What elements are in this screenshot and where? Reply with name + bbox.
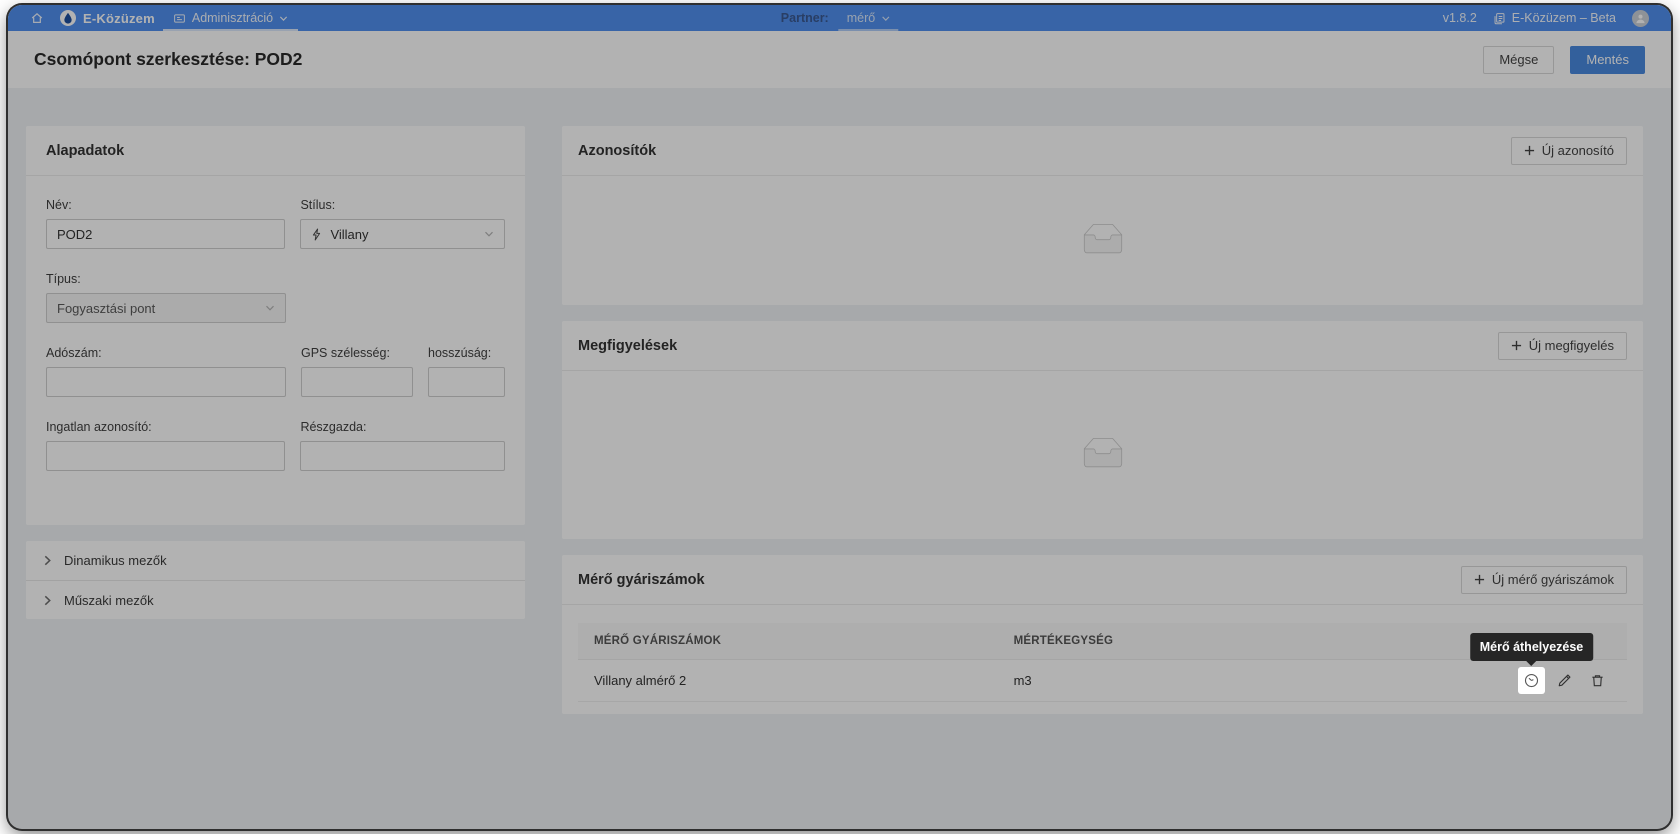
avatar [1632, 10, 1649, 27]
add-meter-serial-label: Új mérő gyáriszámok [1492, 572, 1614, 587]
lightning-icon [311, 228, 322, 241]
table-row: Villany almérő 2 m3 Mérő áthelyezése [578, 660, 1627, 702]
delete-button[interactable] [1584, 667, 1611, 694]
gps-longitude-input[interactable] [428, 367, 505, 397]
gps-latitude-input[interactable] [301, 367, 413, 397]
tooltip: Mérő áthelyezése [1470, 633, 1594, 661]
co-owner-label: Részgazda: [300, 420, 505, 434]
chevron-down-icon [484, 229, 494, 239]
page-title: Csomópont szerkesztése: POD2 [34, 49, 302, 70]
edit-pencil-icon [1557, 673, 1572, 688]
tax-number-input[interactable] [46, 367, 286, 397]
relocate-meter-button[interactable]: Mérő áthelyezése [1518, 667, 1545, 694]
partner-select[interactable]: mérő [839, 5, 898, 31]
collapse-technical-label: Műszaki mezők [64, 593, 154, 608]
chevron-down-icon [279, 14, 288, 23]
left-column: Alapadatok Név: Stílus: [26, 126, 525, 619]
chevron-right-icon [43, 555, 52, 566]
gps-longitude-label: hosszúság: [428, 346, 505, 360]
home-icon [30, 11, 44, 25]
name-input[interactable] [46, 219, 285, 249]
environment-badge[interactable]: E-Közüzem – Beta [1485, 5, 1624, 31]
plus-icon [1474, 574, 1485, 585]
chevron-down-icon [881, 14, 890, 23]
gps-latitude-label: GPS szélesség: [301, 346, 413, 360]
type-value: Fogyasztási pont [57, 301, 155, 316]
nav-item-adminisztracio[interactable]: Adminisztráció [163, 5, 298, 31]
admin-badge-icon [173, 12, 186, 25]
trash-icon [1590, 673, 1605, 688]
cell-unit: m3 [998, 660, 1460, 702]
empty-box-icon [1077, 436, 1129, 474]
type-label: Típus: [46, 272, 286, 286]
add-identifier-button[interactable]: Új azonosító [1511, 137, 1627, 165]
plus-icon [1524, 145, 1535, 156]
page-header: Csomópont szerkesztése: POD2 Mégse Menté… [8, 31, 1671, 88]
collapse-technical-fields[interactable]: Műszaki mezők [26, 580, 525, 619]
plus-icon [1511, 340, 1522, 351]
documents-icon [1493, 12, 1506, 25]
clock-circle-icon [1524, 673, 1539, 688]
home-button[interactable] [22, 5, 52, 31]
add-meter-serial-button[interactable]: Új mérő gyáriszámok [1461, 566, 1627, 594]
environment-label: E-Közüzem – Beta [1512, 11, 1616, 25]
empty-box-icon [1077, 222, 1129, 260]
version-text: v1.8.2 [1435, 5, 1485, 31]
observations-card: Megfigyelések Új megfigyelés [562, 321, 1643, 539]
partner-label: Partner: [781, 5, 829, 31]
user-menu[interactable] [1624, 5, 1657, 31]
add-observation-label: Új megfigyelés [1529, 338, 1614, 353]
card-title-alapadatok: Alapadatok [46, 143, 124, 159]
property-id-input[interactable] [46, 441, 285, 471]
basic-data-card: Alapadatok Név: Stílus: [26, 126, 525, 525]
save-button[interactable]: Mentés [1570, 46, 1645, 74]
edit-button[interactable] [1551, 667, 1578, 694]
app-window: E-Közüzem Adminisztráció Partner: mérő [8, 5, 1671, 829]
chevron-right-icon [43, 595, 52, 606]
add-identifier-label: Új azonosító [1542, 143, 1614, 158]
collapse-dynamic-fields[interactable]: Dinamikus mezők [26, 541, 525, 580]
meter-serials-table: MÉRŐ GYÁRISZÁMOK MÉRTÉKEGYSÉG Villany al… [578, 623, 1627, 702]
identifiers-card: Azonosítók Új azonosító [562, 126, 1643, 305]
card-title-azonositok: Azonosítók [578, 143, 656, 159]
type-select: Fogyasztási pont [46, 293, 286, 323]
partner-value: mérő [847, 11, 875, 25]
nav-item-label: Adminisztráció [192, 11, 273, 25]
content-area: Alapadatok Név: Stílus: [8, 88, 1671, 770]
extra-fields-card: Dinamikus mezők Műszaki mezők [26, 541, 525, 619]
brand-title: E-Közüzem [83, 11, 155, 26]
top-navbar: E-Közüzem Adminisztráció Partner: mérő [8, 5, 1671, 31]
brand-logo[interactable]: E-Közüzem [52, 5, 163, 31]
meter-serials-card: Mérő gyáriszámok Új mérő gyáriszámok MÉR… [562, 555, 1643, 714]
property-id-label: Ingatlan azonosító: [46, 420, 285, 434]
name-label: Név: [46, 198, 285, 212]
style-label: Stílus: [300, 198, 505, 212]
card-title-megfigyelesek: Megfigyelések [578, 338, 677, 354]
style-select[interactable]: Villany [300, 219, 505, 249]
column-header-serial: MÉRŐ GYÁRISZÁMOK [578, 623, 998, 660]
collapse-dynamic-label: Dinamikus mezők [64, 553, 167, 568]
co-owner-input[interactable] [300, 441, 505, 471]
water-drop-icon [60, 10, 76, 26]
right-column: Azonosítók Új azonosító [562, 126, 1643, 730]
cell-meter-serial: Villany almérő 2 [578, 660, 998, 702]
add-observation-button[interactable]: Új megfigyelés [1498, 332, 1627, 360]
card-title-mero-gyariszamok: Mérő gyáriszámok [578, 572, 705, 588]
column-header-unit: MÉRTÉKEGYSÉG [998, 623, 1460, 660]
tax-number-label: Adószám: [46, 346, 286, 360]
cancel-button[interactable]: Mégse [1483, 46, 1554, 74]
chevron-down-icon [265, 303, 275, 313]
style-value: Villany [330, 227, 368, 242]
